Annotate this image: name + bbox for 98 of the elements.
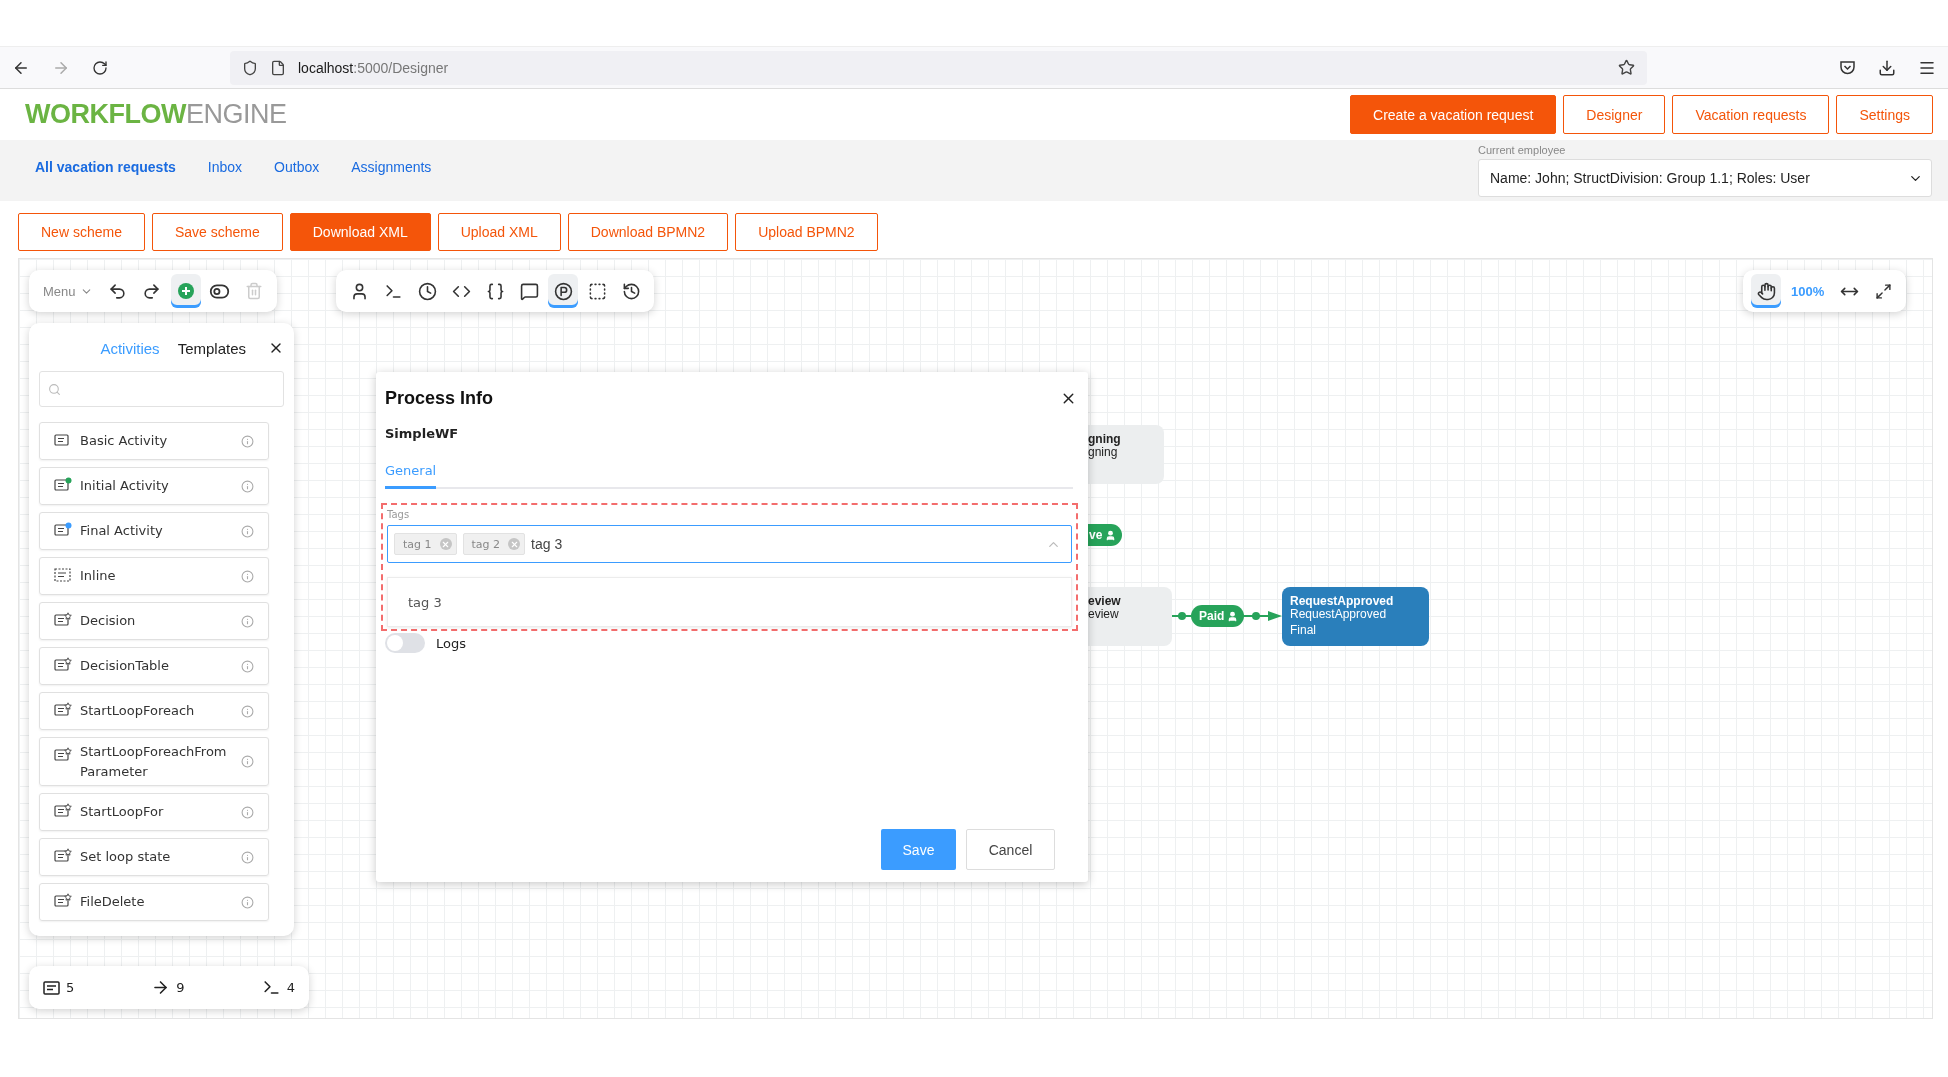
bookmark-star-icon[interactable] [1618, 59, 1635, 76]
scheme-name: SimpleWF [385, 426, 460, 441]
inline-icon [54, 567, 72, 583]
node-title: eview [1088, 595, 1122, 608]
nav-link[interactable]: Outbox [274, 158, 320, 175]
count-text: 5 [66, 980, 75, 995]
nav-link[interactable]: All vacation requests [35, 158, 176, 175]
scheme-button[interactable]: Download XML [289, 213, 431, 251]
palette-item[interactable]: StartLoopForeachFromParameter [39, 737, 269, 786]
palette-item[interactable]: Basic Activity [39, 422, 269, 460]
palette-tab[interactable]: Templates [177, 339, 246, 357]
person-icon [1105, 529, 1117, 541]
cancel-button[interactable]: Cancel [966, 829, 1055, 870]
palette-item[interactable]: StartLoopFor [39, 793, 269, 831]
hand-icon [1756, 281, 1776, 301]
palette-item[interactable]: StartLoopForeach [39, 692, 269, 730]
palette-item[interactable]: Decision [39, 602, 269, 640]
custom-activity-icon [54, 848, 72, 864]
reload-icon[interactable] [92, 59, 108, 76]
activity-node[interactable]: RequestApproved RequestApproved Final [1282, 587, 1429, 646]
pan-button[interactable] [1751, 274, 1781, 308]
field-label: Tags [387, 509, 411, 520]
search-field[interactable] [39, 371, 284, 407]
nav-button[interactable]: Settings [1836, 95, 1933, 134]
palette-item[interactable]: DecisionTable [39, 647, 269, 685]
node-subtitle: RequestApproved [1290, 608, 1387, 621]
activity-node[interactable]: eview eview [1088, 587, 1172, 646]
pocket-icon[interactable] [1839, 59, 1856, 76]
scheme-button[interactable]: Upload BPMN2 [735, 213, 878, 251]
dialog-title: Process Info [385, 387, 494, 409]
clock-icon [417, 281, 437, 301]
activity-icon [43, 980, 60, 995]
zoom-level[interactable]: 100% [1785, 283, 1831, 299]
custom-activity-icon [54, 702, 72, 718]
trash-icon [244, 282, 263, 300]
parameter-icon [553, 281, 573, 301]
tag-chip[interactable]: tag 1 [394, 533, 457, 555]
palette-item[interactable]: Initial Activity [39, 467, 269, 505]
save-button[interactable]: Save [881, 829, 956, 870]
address-bar[interactable]: localhost:5000/Designer [230, 50, 1647, 85]
palette-item[interactable]: Final Activity [39, 512, 269, 550]
palette-item[interactable]: Set loop state [39, 838, 269, 876]
scheme-button[interactable]: Save scheme [151, 213, 283, 251]
field-label: Current employee [1478, 144, 1567, 156]
add-icon [176, 282, 195, 300]
logo: WORKFLOWENGINE [25, 99, 287, 130]
activity-node[interactable]: gning gning [1088, 425, 1164, 484]
transition-label[interactable]: Paid [1191, 605, 1245, 627]
count-text: 9 [176, 980, 185, 995]
url-text: localhost:5000/Designer [298, 59, 449, 76]
terminal-icon [261, 978, 281, 997]
count-text: 4 [286, 980, 295, 995]
custom-activity-icon [54, 803, 72, 819]
typed-text: tag 3 [531, 536, 564, 552]
employee-select[interactable]: Name: John; StructDivision: Group 1.1; Roles: User [1478, 159, 1932, 197]
node-subtitle: eview [1088, 608, 1120, 621]
tool-button[interactable] [548, 274, 578, 308]
page-icon [270, 59, 286, 76]
node-subtitle: gning [1088, 446, 1118, 459]
palette-item[interactable]: FileDelete [39, 883, 269, 921]
download-icon[interactable] [1878, 58, 1896, 77]
search-icon [48, 382, 61, 396]
transition-label[interactable]: ve [1088, 524, 1123, 546]
node-title: RequestApproved [1290, 595, 1395, 608]
custom-activity-icon [54, 657, 72, 673]
custom-activity-icon [54, 612, 72, 628]
scheme-button[interactable]: New scheme [18, 213, 145, 251]
node-title: gning [1088, 433, 1122, 446]
node-type: Final [1290, 624, 1317, 637]
custom-activity-icon [54, 893, 72, 909]
tags-field[interactable]: tag 1 tag 2 tag 3 [387, 525, 1072, 563]
nav-button[interactable]: Create a vacation request [1350, 95, 1557, 134]
initial-activity-icon [54, 477, 72, 493]
history-icon [621, 281, 641, 301]
palette-item[interactable]: Inline [39, 557, 269, 595]
custom-activity-icon [54, 747, 72, 763]
undo-icon [108, 281, 128, 301]
dropdown-option[interactable]: tag 3 [408, 594, 1071, 610]
menu-dropdown[interactable]: Menu [37, 283, 99, 299]
switch-label: Logs [436, 635, 466, 651]
nav-link[interactable]: Inbox [207, 158, 243, 175]
scheme-button[interactable]: Download BPMN2 [567, 213, 729, 251]
fullscreen-icon [1874, 282, 1892, 300]
comment-icon [519, 281, 539, 301]
activity-icon [54, 432, 72, 448]
dashed-square-icon [587, 281, 607, 301]
shield-icon [242, 59, 258, 76]
scheme-button[interactable]: Upload XML [437, 213, 561, 251]
nav-link[interactable]: Assignments [351, 158, 432, 175]
palette-tab[interactable]: Activities [100, 339, 160, 357]
nav-button[interactable]: Vacation requests [1672, 95, 1830, 134]
braces-icon [485, 281, 505, 301]
nav-button[interactable]: Designer [1563, 95, 1666, 134]
tag-chip[interactable]: tag 2 [462, 533, 526, 555]
person-icon [1227, 610, 1239, 622]
logs-switch[interactable] [385, 633, 425, 653]
dialog-tab[interactable]: General [385, 463, 437, 489]
final-activity-icon [54, 522, 72, 538]
